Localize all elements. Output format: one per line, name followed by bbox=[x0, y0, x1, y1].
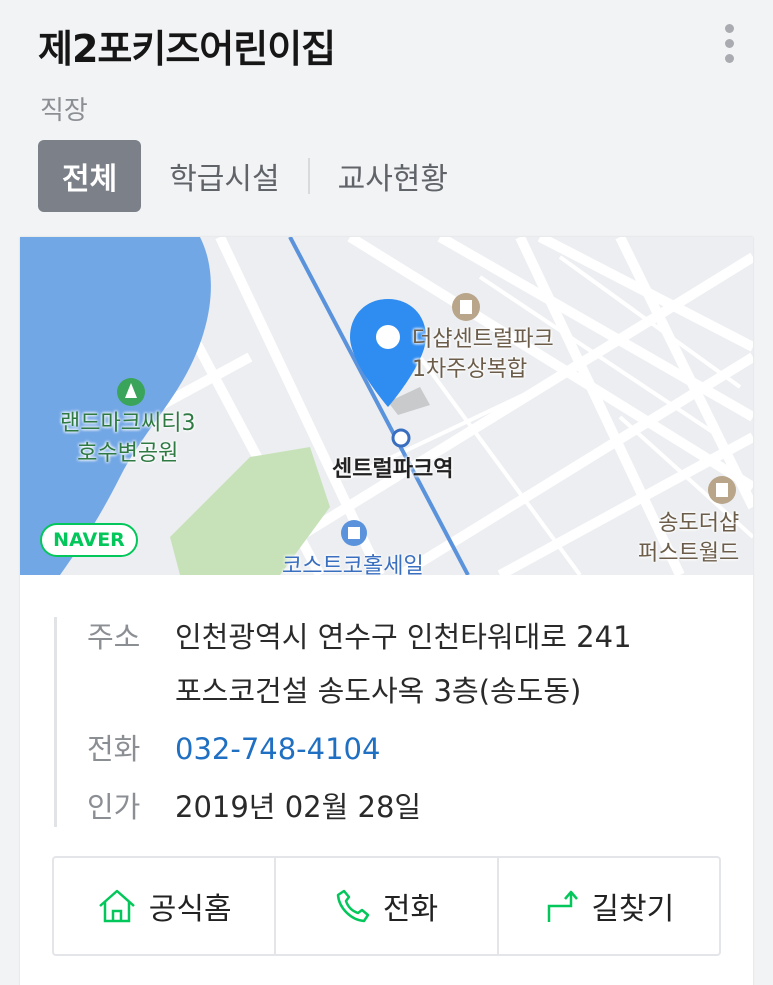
map-label-costco: 코스트코홀세일 bbox=[282, 554, 424, 575]
tab-teacher-status[interactable]: 교사현황 bbox=[310, 140, 476, 212]
map-label-building-line1: 더샵센트럴파크 bbox=[412, 327, 554, 352]
map-label-park-line2: 호수변공원 bbox=[77, 441, 179, 466]
directions-label: 길찾기 bbox=[591, 892, 675, 927]
directions-button[interactable]: 길찾기 bbox=[496, 858, 719, 954]
location-map[interactable]: 랜드마크씨티3 호수변공원 더샵센트럴파크 1차주상복합 센트럴파크역 코스트코… bbox=[20, 237, 753, 575]
more-vertical-icon[interactable] bbox=[716, 22, 744, 66]
tab-bar: 전체 학급시설 교사현황 bbox=[38, 140, 476, 212]
homepage-button[interactable]: 공식홈 bbox=[54, 858, 274, 954]
phone-label: 전화 bbox=[87, 732, 141, 766]
phone-link[interactable]: 032-748-4104 bbox=[175, 729, 380, 769]
license-date: 2019년 02월 28일 bbox=[175, 790, 422, 824]
call-label: 전화 bbox=[382, 892, 439, 927]
homepage-label: 공식홈 bbox=[148, 892, 232, 927]
address-line1: 인천광역시 연수구 인천타워대로 241 bbox=[175, 620, 632, 654]
header: 제2포키즈어린이집 직장 전체 학급시설 교사현황 bbox=[0, 0, 773, 230]
address-label: 주소 bbox=[87, 620, 141, 654]
address-line2: 포스코건설 송도사옥 3층(송도동) bbox=[175, 674, 582, 708]
tab-all[interactable]: 전체 bbox=[38, 140, 142, 212]
map-label-building-line2: 1차주상복합 bbox=[412, 357, 528, 382]
call-button[interactable]: 전화 bbox=[274, 858, 496, 954]
map-label-right-line2: 퍼스트월드 bbox=[638, 541, 740, 566]
info-card: 랜드마크씨티3 호수변공원 더샵센트럴파크 1차주상복합 센트럴파크역 코스트코… bbox=[20, 237, 753, 985]
map-label-park: 랜드마크씨티3 호수변공원 bbox=[60, 409, 195, 469]
map-label-right: 송도더샵 퍼스트월드 bbox=[638, 509, 739, 569]
home-icon bbox=[98, 889, 135, 923]
phone-icon bbox=[336, 889, 370, 923]
info-section: 주소 인천광역시 연수구 인천타워대로 241 포스코건설 송도사옥 3층(송도… bbox=[54, 617, 734, 827]
map-label-right-line1: 송도더샵 bbox=[658, 511, 740, 536]
naver-logo: NAVER bbox=[40, 523, 138, 557]
directions-icon bbox=[548, 890, 579, 922]
map-label-park-line1: 랜드마크씨티3 bbox=[60, 411, 196, 436]
map-label-building: 더샵센트럴파크 1차주상복합 bbox=[412, 325, 554, 385]
category-subtitle: 직장 bbox=[40, 96, 88, 126]
tab-class-facilities[interactable]: 학급시설 bbox=[141, 140, 307, 212]
map-label-station: 센트럴파크역 bbox=[332, 457, 454, 482]
page-title: 제2포키즈어린이집 bbox=[38, 27, 336, 71]
license-label: 인가 bbox=[87, 790, 141, 824]
action-bar: 공식홈 전화 길찾기 bbox=[52, 856, 721, 956]
